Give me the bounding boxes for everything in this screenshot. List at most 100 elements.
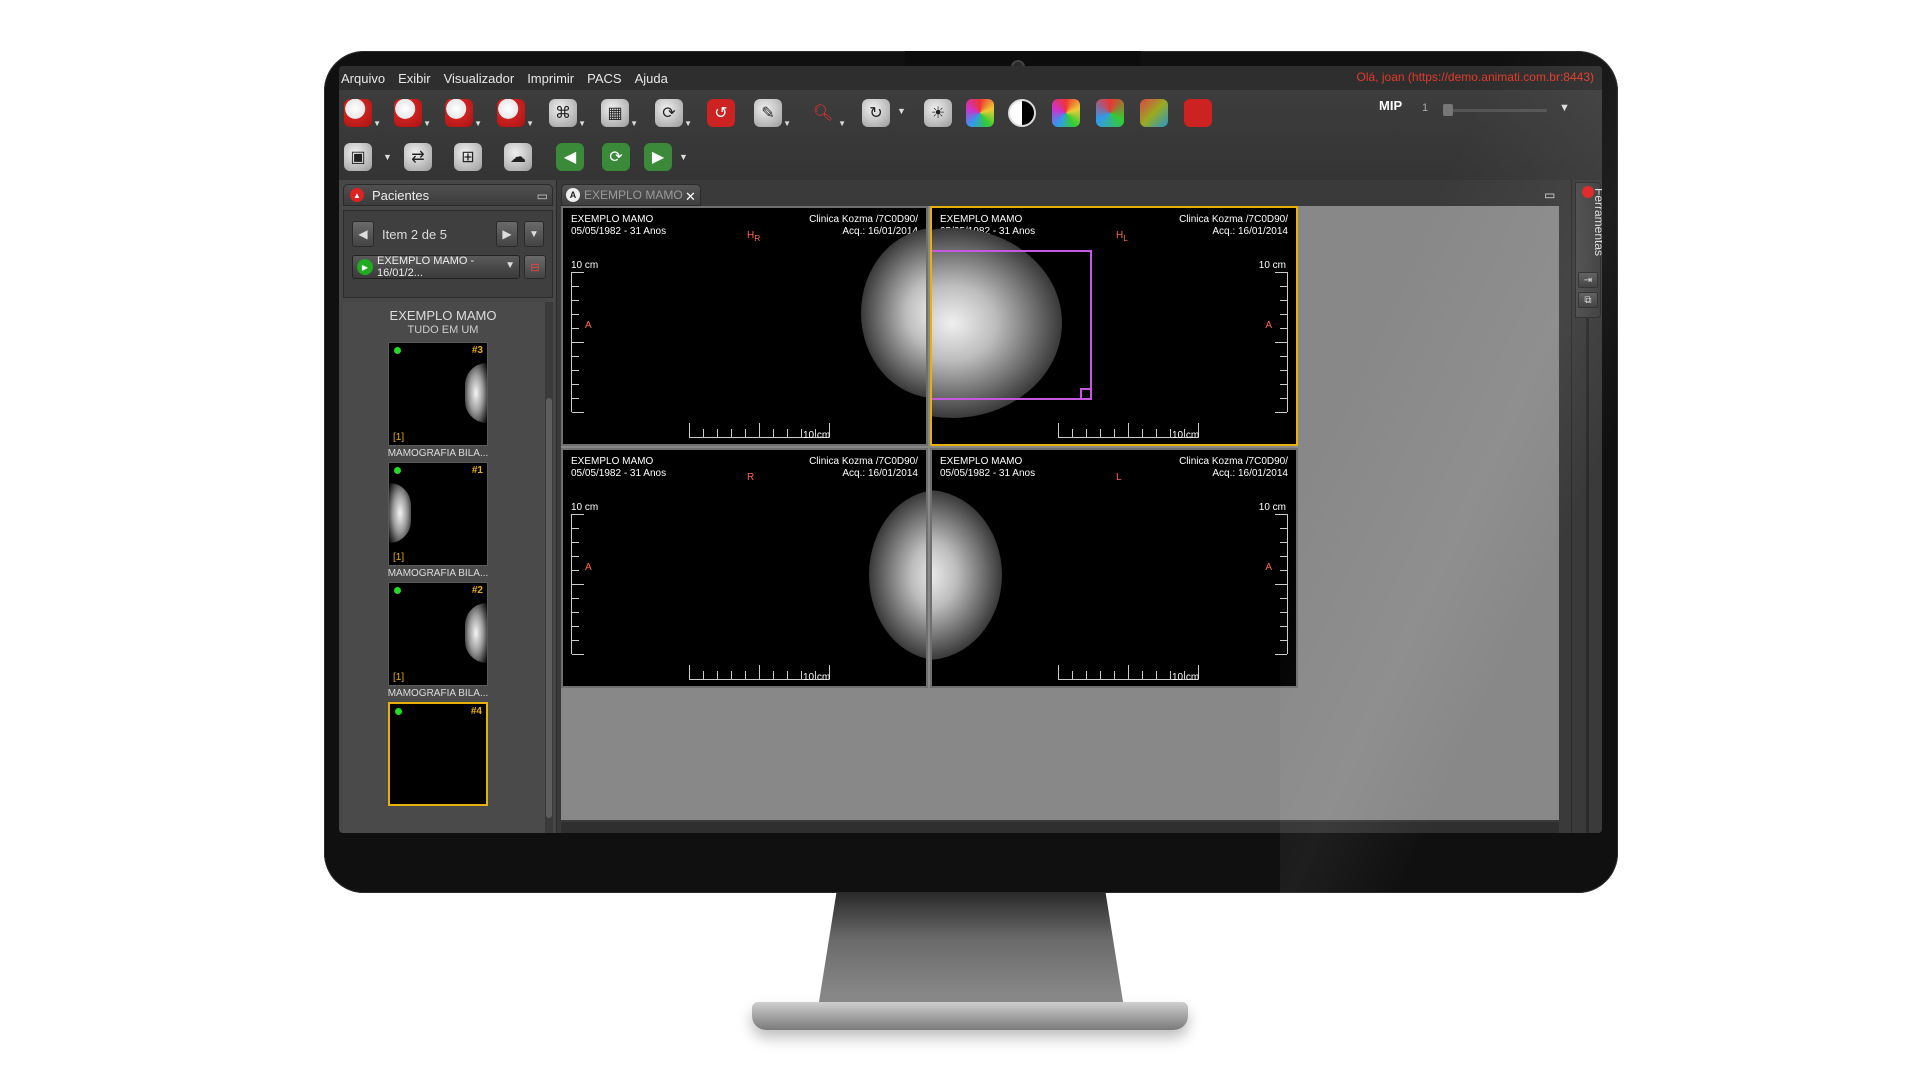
viewport-4[interactable]: EXEMPLO MAMO 05/05/1982 - 31 Anos Clinic… (930, 448, 1298, 688)
ruler-tick (1086, 429, 1087, 437)
open-study-button[interactable]: ▼ (339, 96, 381, 130)
chevron-down-icon: ▼ (838, 119, 846, 128)
menu-exibir[interactable]: Exibir (398, 71, 431, 86)
brightness-button[interactable]: ☀ (919, 96, 957, 130)
next-button[interactable]: ▶ (496, 221, 518, 247)
mip-button[interactable] (1179, 96, 1217, 130)
ruler-tick (1280, 598, 1287, 599)
axes-button[interactable] (1091, 96, 1129, 130)
orientation-label: HL (1116, 230, 1128, 243)
maximize-icon[interactable]: ▭ (1544, 188, 1555, 202)
orientation-label: L (1116, 472, 1122, 483)
minimize-icon[interactable]: ▭ (537, 189, 548, 203)
cloud-button[interactable]: ☁ (499, 140, 537, 174)
patient-dob: 05/05/1982 - 31 Anos (571, 468, 667, 479)
chevron-down-icon[interactable]: ▼ (679, 152, 688, 162)
copy-icon[interactable]: ⧉ (1578, 292, 1598, 308)
status-dot (395, 708, 402, 715)
3d-button[interactable] (1047, 96, 1085, 130)
patient-navigator: ◀ Item 2 de 5 ▶ ▼ ▶ EXEMPLO MAMO - 16/01… (343, 210, 553, 298)
viewport-3[interactable]: EXEMPLO MAMO 05/05/1982 - 31 Anos Clinic… (561, 448, 928, 688)
previous-button[interactable]: ◀ (352, 221, 374, 247)
search-study-button[interactable]: ▼ (440, 96, 482, 130)
mip-slider-thumb[interactable] (1443, 104, 1453, 116)
chevron-down-icon: ▼ (783, 119, 791, 128)
roi-rectangle[interactable] (932, 250, 1092, 400)
prev-series-button[interactable]: ◀ (551, 140, 589, 174)
ruler-tick (773, 429, 774, 437)
export-study-button[interactable]: ▼ (492, 96, 534, 130)
chevron-down-icon[interactable]: ▼ (897, 106, 906, 116)
lock-study-button[interactable]: ▼ (389, 96, 431, 130)
export-icon[interactable]: ⇥ (1578, 272, 1598, 288)
study-select-value: EXEMPLO MAMO - 16/01/2... (377, 255, 475, 279)
patients-tab[interactable]: ▲ Pacientes ▭ (343, 184, 553, 206)
study-select[interactable]: ▶ EXEMPLO MAMO - 16/01/2... ▼ (352, 255, 520, 279)
scale-label: 10 cm (1258, 502, 1286, 513)
prev-series-icon: ◀ (556, 143, 584, 171)
mip-value: 1 (1422, 102, 1429, 114)
chevron-down-icon[interactable]: ▼ (1559, 102, 1570, 114)
viewport-2[interactable]: EXEMPLO MAMO 05/05/1982 - 31 Anos Clinic… (930, 206, 1298, 446)
series-thumbnail-selected[interactable]: #4 (388, 702, 488, 806)
ruler-tick (1275, 514, 1287, 515)
study-options-button[interactable]: ⊟ (524, 255, 546, 279)
sync-button[interactable]: ⟳ ▼ (650, 96, 692, 130)
ruler-tick (773, 671, 774, 679)
chevron-down-icon[interactable]: ▼ (383, 152, 392, 162)
annotate-button[interactable]: ✎ ▼ (749, 96, 791, 130)
series-thumbnail[interactable]: #3 [1] (388, 342, 488, 446)
menu-imprimir[interactable]: Imprimir (527, 71, 574, 86)
series-scrollbar[interactable] (545, 302, 553, 833)
ruler-tick (1280, 542, 1287, 543)
ruler-tick (745, 671, 746, 679)
menu-visualizador[interactable]: Visualizador (444, 71, 515, 86)
mip-slider[interactable] (1447, 109, 1547, 112)
reset-button[interactable]: ↺ (702, 96, 740, 130)
menu-pacs[interactable]: PACS (587, 71, 621, 86)
rotate-button[interactable]: ↻ (857, 96, 895, 130)
ruler-tick (1280, 612, 1287, 613)
series-thumbnail[interactable]: #2 [1] (388, 582, 488, 686)
ruler-tick (1156, 429, 1157, 437)
zoom-button[interactable]: 🔍︎ ▼ (804, 96, 846, 130)
mip-label: MIP (1379, 98, 1403, 113)
patient-dob: 05/05/1982 - 31 Anos (571, 226, 667, 237)
chevron-down-icon: ▼ (373, 119, 381, 128)
close-icon[interactable]: ✕ (685, 189, 696, 205)
scrollbar-thumb[interactable] (546, 398, 552, 818)
next-series-button[interactable]: ▶ (639, 140, 677, 174)
chevron-down-icon: ▼ (578, 119, 586, 128)
color-map-button[interactable] (961, 96, 999, 130)
series-thumbnail[interactable]: #1 [1] (388, 462, 488, 566)
institution: Clinica Kozma /7C0D90/ (1179, 214, 1288, 225)
viewer-tab[interactable]: A EXEMPLO MAMO ✕ (561, 184, 701, 206)
ruler-tick (689, 423, 690, 437)
ruler-tick (1280, 370, 1287, 371)
scale-label: 10 cm (803, 430, 831, 441)
viewport-1[interactable]: EXEMPLO MAMO 05/05/1982 - 31 Anos Clinic… (561, 206, 928, 446)
compare-button[interactable]: ⇄ (399, 140, 437, 174)
refresh-button[interactable]: ⟳ (597, 140, 635, 174)
ruler-tick (801, 429, 802, 437)
user-info[interactable]: Olá, joan (https://demo.animati.com.br:8… (1357, 70, 1594, 84)
play-icon: ▶ (357, 259, 373, 275)
mammogram-image (869, 490, 926, 660)
menu-ajuda[interactable]: Ajuda (635, 71, 668, 86)
capture-button[interactable]: ▣ (339, 140, 377, 174)
ruler-tick (1280, 300, 1287, 301)
side-marker: A (585, 562, 592, 573)
layout-button[interactable]: ▦ ▼ (596, 96, 638, 130)
invert-button[interactable] (1003, 96, 1041, 130)
ruler-tick (1072, 671, 1073, 679)
network-button[interactable]: ⌘ ▼ (544, 96, 586, 130)
scale-label: 10 cm (571, 260, 599, 271)
ruler-tick (572, 598, 579, 599)
ruler-tick (572, 286, 579, 287)
navigator-menu-button[interactable]: ▼ (524, 221, 544, 247)
grid-button[interactable]: ⊞ (449, 140, 487, 174)
roi-handle[interactable] (1080, 388, 1092, 400)
menu-arquivo[interactable]: Arquivo (341, 71, 385, 86)
cube-button[interactable] (1135, 96, 1173, 130)
rotate-icon: ↻ (862, 99, 890, 127)
